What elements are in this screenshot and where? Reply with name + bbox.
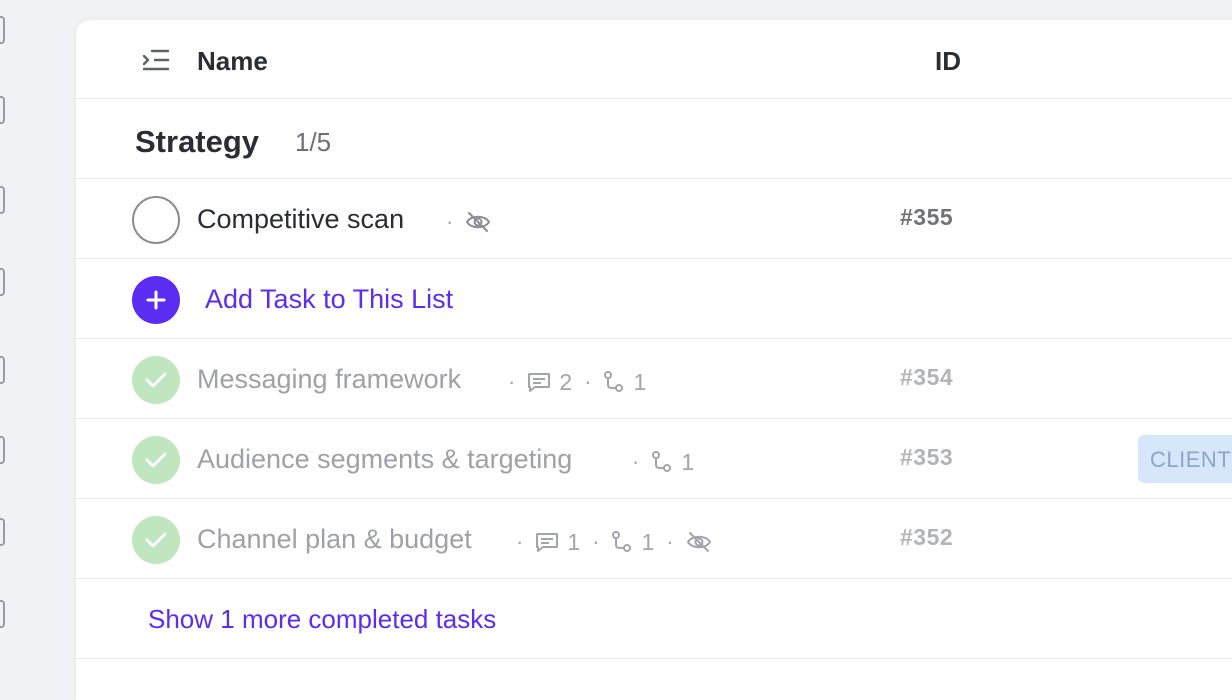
task-id: #353 <box>900 444 954 470</box>
comment-icon <box>535 531 559 553</box>
task-meta: · <box>442 207 491 237</box>
add-task-button[interactable] <box>132 276 180 324</box>
sidebar-icon[interactable] <box>0 16 5 44</box>
task-status-toggle[interactable] <box>132 196 180 244</box>
subtask-icon <box>651 451 673 473</box>
subtask-icon <box>603 371 625 393</box>
group-header: Strategy 1/5 <box>76 99 1232 179</box>
subtask-count: 1 <box>641 528 655 555</box>
sidebar-icon[interactable] <box>0 518 5 546</box>
separator-dot: · <box>508 369 516 394</box>
sidebar-icon[interactable] <box>0 268 5 296</box>
name-column-header[interactable]: Name <box>197 46 268 77</box>
separator-dot: · <box>592 529 600 554</box>
task-status-toggle[interactable] <box>132 516 180 564</box>
task-id: #355 <box>900 204 954 230</box>
column-header-row: Name ID <box>76 20 1232 99</box>
group-title[interactable]: Strategy <box>135 124 259 160</box>
task-id: #354 <box>900 364 954 390</box>
separator-dot: · <box>516 529 524 554</box>
sidebar-icon[interactable] <box>0 600 5 628</box>
task-name[interactable]: Messaging framework <box>197 364 461 395</box>
task-list-panel: Name ID Strategy 1/5 Competitive scan · … <box>76 20 1232 700</box>
client-tag[interactable]: CLIENT <box>1138 435 1232 483</box>
hidden-eye-icon <box>686 531 712 553</box>
add-task-label[interactable]: Add Task to This List <box>205 284 453 315</box>
task-row[interactable]: Competitive scan · #355 <box>76 179 1232 259</box>
subtask-count: 1 <box>681 448 695 475</box>
task-row[interactable]: Audience segments & targeting · 1 #353 C… <box>76 419 1232 499</box>
task-row[interactable]: Channel plan & budget · 1 · 1 · #352 <box>76 499 1232 579</box>
task-id: #352 <box>900 524 954 550</box>
hidden-eye-icon <box>465 211 491 233</box>
task-status-toggle[interactable] <box>132 356 180 404</box>
sidebar-icon[interactable] <box>0 96 5 124</box>
task-name[interactable]: Competitive scan <box>197 204 404 235</box>
task-name[interactable]: Audience segments & targeting <box>197 444 572 475</box>
sidebar-icon[interactable] <box>0 436 5 464</box>
task-name[interactable]: Channel plan & budget <box>197 524 472 555</box>
comment-icon <box>527 371 551 393</box>
task-row[interactable]: Messaging framework · 2 · 1 #354 <box>76 339 1232 419</box>
task-meta: · 1 <box>628 447 694 477</box>
subtask-icon <box>611 531 633 553</box>
task-meta: · 2 · 1 <box>504 367 646 397</box>
separator-dot: · <box>446 209 454 234</box>
separator-dot: · <box>666 529 674 554</box>
show-more-row: Show 1 more completed tasks <box>76 579 1232 659</box>
sidebar-icon[interactable] <box>0 356 5 384</box>
comment-count: 2 <box>559 368 573 395</box>
subtask-count: 1 <box>633 368 647 395</box>
add-task-row[interactable]: Add Task to This List <box>76 259 1232 339</box>
separator-dot: · <box>584 369 592 394</box>
group-count: 1/5 <box>295 127 332 157</box>
task-status-toggle[interactable] <box>132 436 180 484</box>
id-column-header[interactable]: ID <box>935 46 961 77</box>
sidebar-icon[interactable] <box>0 186 5 214</box>
collapse-subtasks-icon[interactable] <box>142 48 170 72</box>
show-more-completed-link[interactable]: Show 1 more completed tasks <box>148 604 496 635</box>
separator-dot: · <box>632 449 640 474</box>
task-meta: · 1 · 1 · <box>512 527 712 557</box>
comment-count: 1 <box>567 528 581 555</box>
left-sidebar-edge <box>0 0 10 684</box>
